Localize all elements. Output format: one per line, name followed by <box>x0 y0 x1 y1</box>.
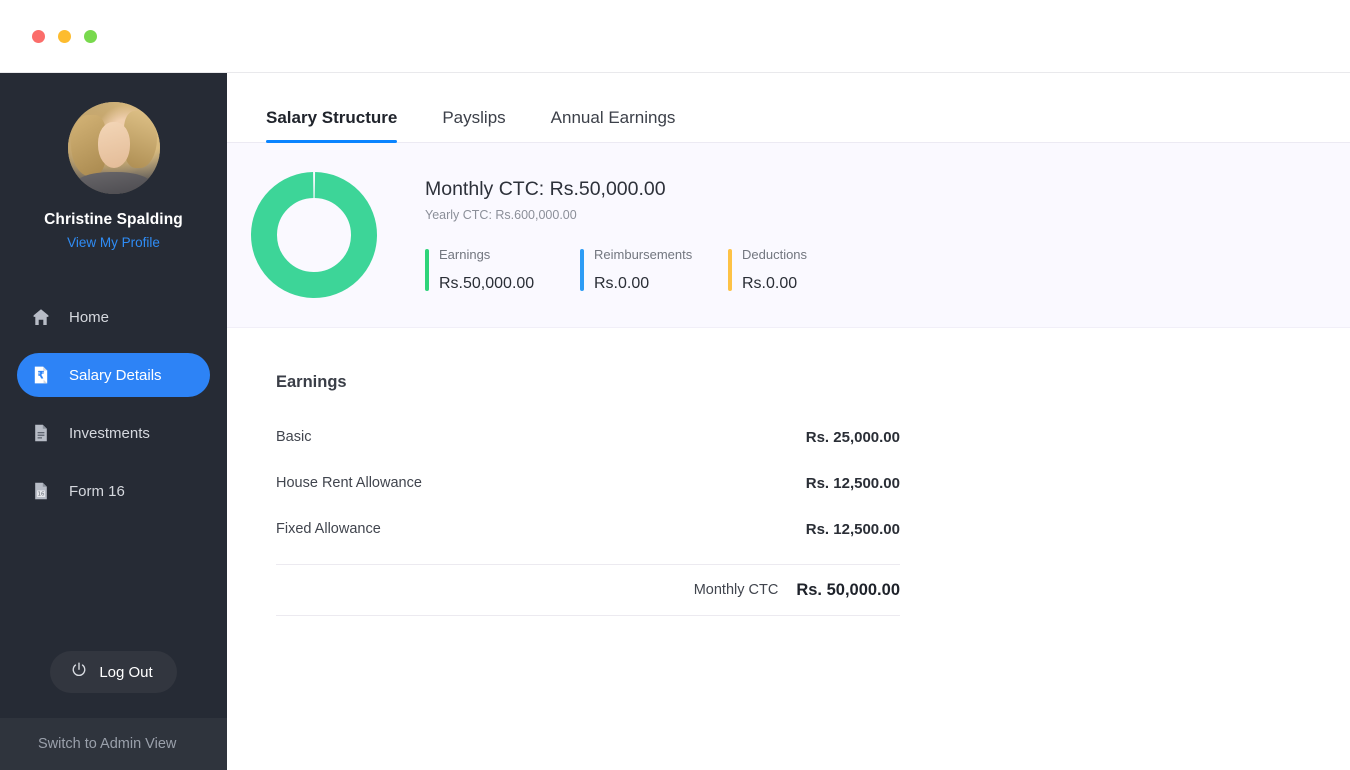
document-lines-icon <box>30 422 52 444</box>
avatar[interactable] <box>67 102 160 194</box>
monthly-ctc-total-row: Monthly CTC Rs. 50,000.00 <box>276 564 900 616</box>
total-amount: Rs. 50,000.00 <box>796 580 900 599</box>
switch-to-admin-view-button[interactable]: Switch to Admin View <box>0 718 227 770</box>
sidebar-item-label: Home <box>69 308 110 326</box>
sidebar-item-salary-details[interactable]: ₹ Salary Details <box>17 353 210 397</box>
tab-salary-structure[interactable]: Salary Structure <box>266 108 398 143</box>
stat-label: Reimbursements <box>594 246 693 262</box>
monthly-ctc-heading: Monthly CTC: Rs.50,000.00 <box>425 177 666 200</box>
logout-label: Log Out <box>99 663 153 681</box>
rupee-document-icon: ₹ <box>30 364 52 386</box>
sidebar-item-label: Investments <box>69 424 150 442</box>
sidebar-item-home[interactable]: Home <box>17 295 210 339</box>
earning-amount: Rs. 25,000.00 <box>805 428 900 446</box>
stat-reimbursements: Reimbursements Rs.0.00 <box>580 247 728 293</box>
stat-value: Rs.0.00 <box>594 274 650 292</box>
minimize-window-button[interactable] <box>58 29 71 43</box>
earning-amount: Rs. 12,500.00 <box>805 520 900 538</box>
ctc-donut-chart <box>250 171 378 299</box>
earning-name: House Rent Allowance <box>276 475 422 491</box>
maximize-window-button[interactable] <box>84 29 97 43</box>
sidebar-item-label: Salary Details <box>69 366 162 384</box>
tab-annual-earnings[interactable]: Annual Earnings <box>551 108 676 142</box>
earnings-table: Basic Rs. 25,000.00 House Rent Allowance… <box>276 414 900 616</box>
ctc-info: Monthly CTC: Rs.50,000.00 Yearly CTC: Rs… <box>425 178 868 293</box>
avatar-face <box>97 122 131 169</box>
stat-label: Deductions <box>742 246 808 262</box>
earning-name: Basic <box>276 429 312 445</box>
earnings-heading: Earnings <box>276 373 347 391</box>
app-window: Christine Spalding View My Profile Home <box>0 0 1350 770</box>
earnings-section: Earnings Basic Rs. 25,000.00 House Rent … <box>227 328 1350 616</box>
stat-deductions: Deductions Rs.0.00 <box>728 247 868 293</box>
logout-button[interactable]: Log Out <box>50 651 177 693</box>
avatar-body <box>74 171 153 194</box>
sidebar: Christine Spalding View My Profile Home <box>0 73 227 770</box>
stat-value: Rs.50,000.00 <box>439 274 535 292</box>
sidebar-item-investments[interactable]: Investments <box>17 411 210 455</box>
sidebar-nav: Home ₹ Salary Details Investments 16 For… <box>0 295 227 527</box>
table-row: Basic Rs. 25,000.00 <box>276 414 900 460</box>
stat-value: Rs.0.00 <box>742 274 798 292</box>
view-my-profile-link[interactable]: View My Profile <box>0 235 227 250</box>
stat-earnings: Earnings Rs.50,000.00 <box>425 247 580 293</box>
window-controls <box>32 29 97 43</box>
svg-text:₹: ₹ <box>37 369 44 381</box>
total-label: Monthly CTC <box>693 582 779 598</box>
sidebar-item-label: Form 16 <box>69 482 125 500</box>
salary-summary-panel: Monthly CTC: Rs.50,000.00 Yearly CTC: Rs… <box>227 143 1350 328</box>
tab-payslips[interactable]: Payslips <box>442 108 505 142</box>
stat-label: Earnings <box>439 246 491 262</box>
profile-block: Christine Spalding View My Profile <box>0 73 227 250</box>
earning-name: Fixed Allowance <box>276 521 381 537</box>
profile-name: Christine Spalding <box>44 211 183 228</box>
main-content: Salary Structure Payslips Annual Earning… <box>227 73 1350 770</box>
donut-slice-earnings <box>251 172 377 298</box>
summary-stats: Earnings Rs.50,000.00 Reimbursements Rs.… <box>425 247 868 293</box>
logout-area: Log Out <box>0 651 227 718</box>
earning-amount: Rs. 12,500.00 <box>805 474 900 492</box>
tab-bar: Salary Structure Payslips Annual Earning… <box>227 73 1350 143</box>
form-16-document-icon: 16 <box>30 480 52 502</box>
power-icon <box>70 661 88 683</box>
table-row: Fixed Allowance Rs. 12,500.00 <box>276 506 900 552</box>
home-icon <box>30 306 52 328</box>
title-bar <box>0 0 1350 73</box>
yearly-ctc-text: Yearly CTC: Rs.600,000.00 <box>425 207 577 222</box>
sidebar-item-form-16[interactable]: 16 Form 16 <box>17 469 210 513</box>
table-row: House Rent Allowance Rs. 12,500.00 <box>276 460 900 506</box>
close-window-button[interactable] <box>32 29 45 43</box>
svg-text:16: 16 <box>38 492 45 498</box>
